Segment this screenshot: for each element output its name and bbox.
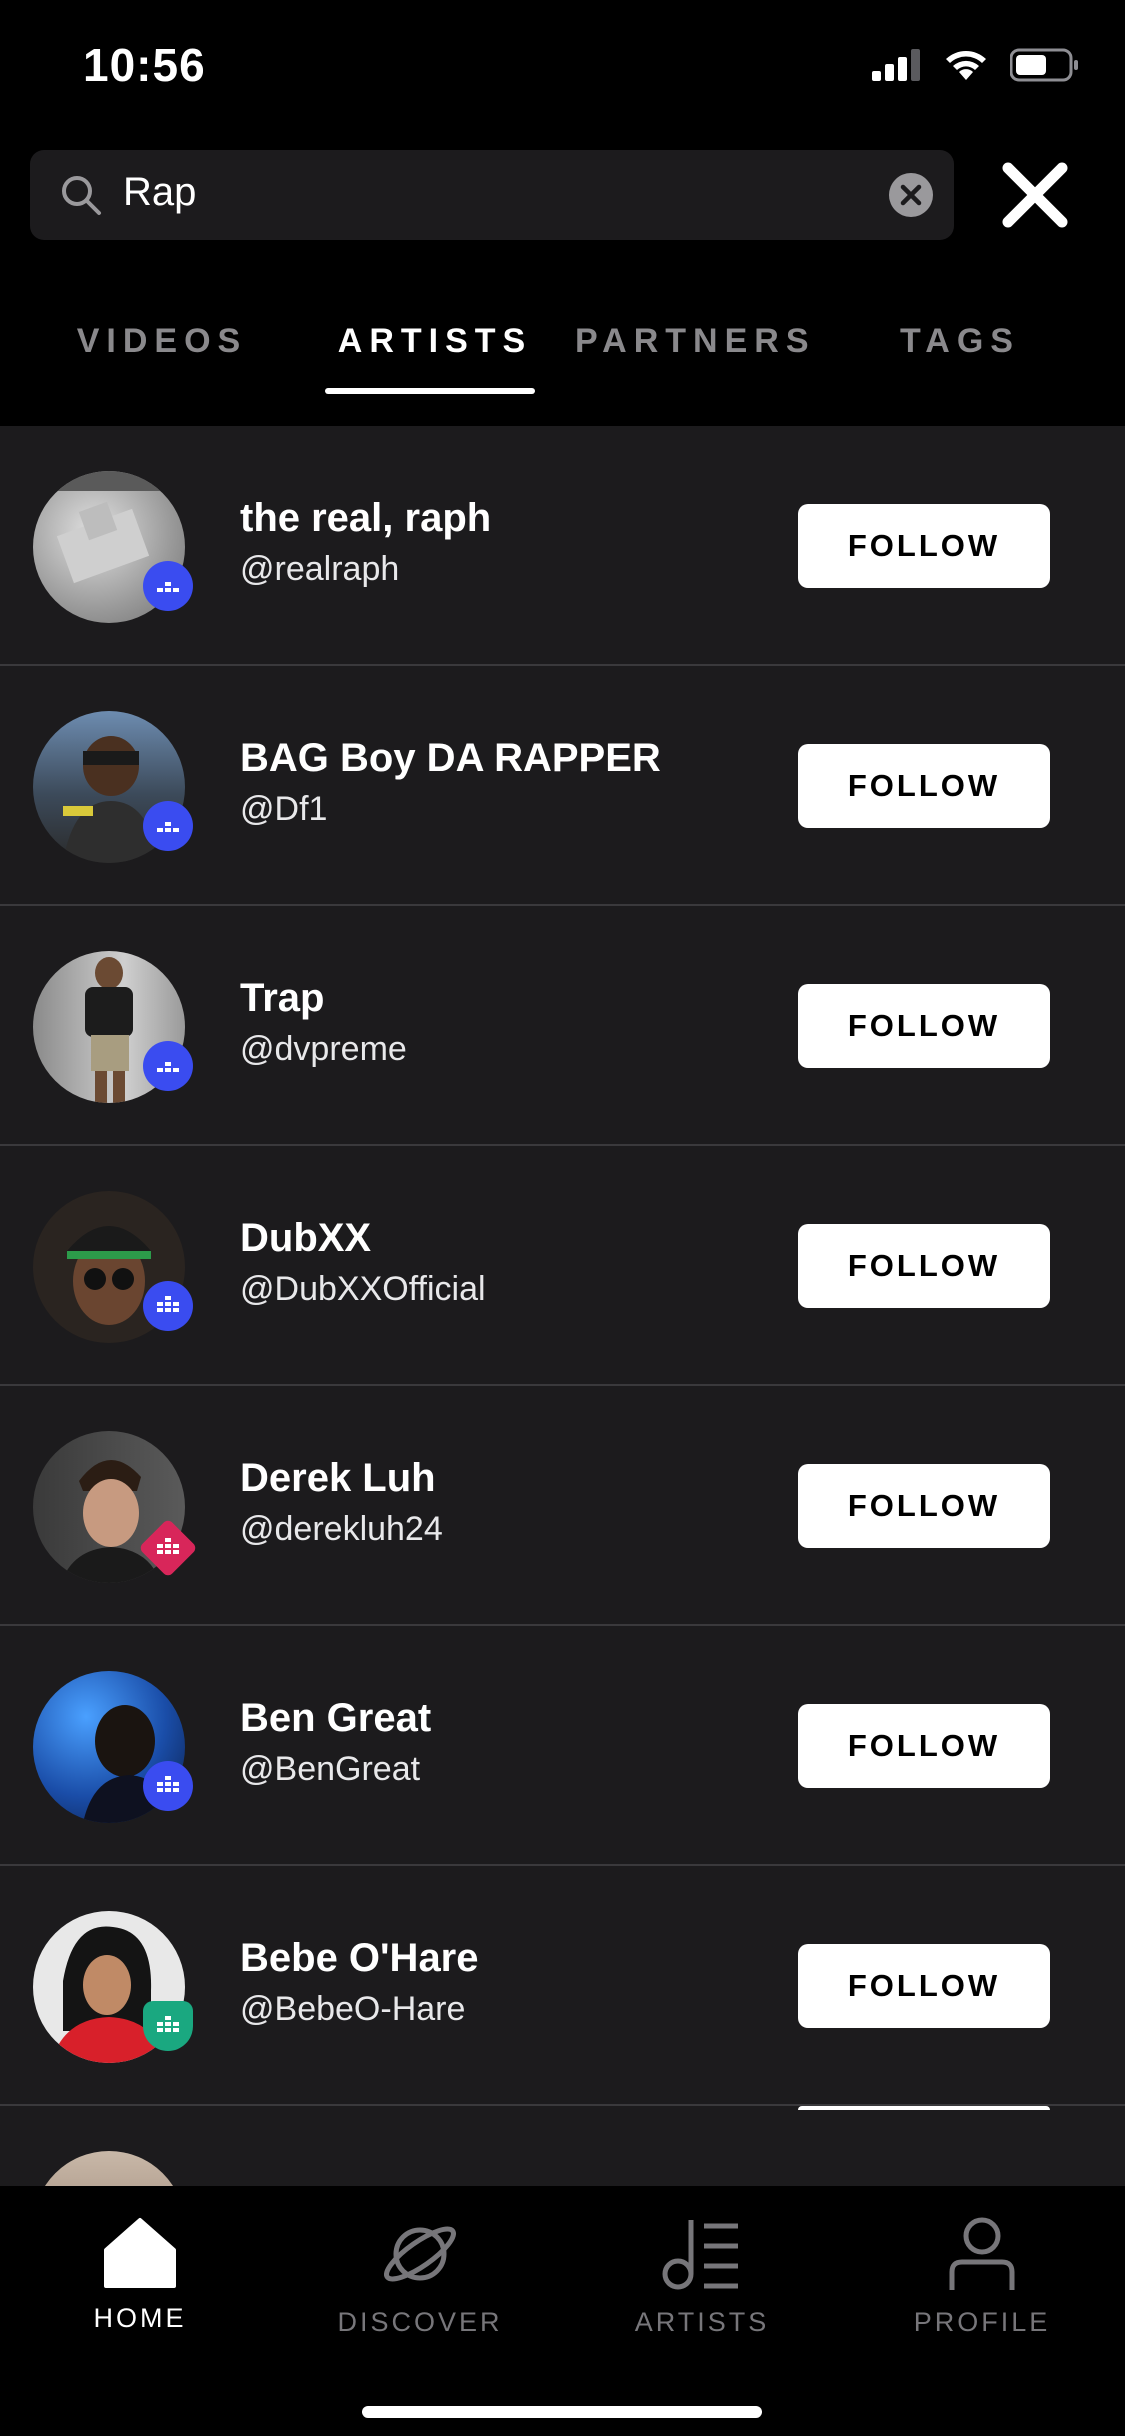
- list-item[interactable]: Bebe O'Hare @BebeO-Hare FOLLOW: [0, 1866, 1125, 2106]
- active-tab-indicator: [325, 388, 535, 394]
- artist-name: the real, raph: [240, 496, 492, 540]
- nav-label: PROFILE: [913, 2307, 1051, 2337]
- nav-discover[interactable]: DISCOVER: [320, 2216, 520, 2338]
- person-icon: [949, 2217, 1015, 2290]
- artist-list[interactable]: the real, raph @realraph FOLLOW BAG Boy …: [0, 426, 1125, 2186]
- artist-handle: @BebeO-Hare: [240, 1990, 466, 2028]
- artist-handle: @realraph: [240, 550, 400, 588]
- search-icon: [62, 176, 101, 215]
- follow-button[interactable]: FOLLOW: [798, 1224, 1050, 1308]
- verified-badge: [143, 2001, 193, 2051]
- nav-artists[interactable]: ARTISTS: [602, 2216, 802, 2338]
- search-tabs: VIDEOS ARTISTS PARTNERS TAGS: [0, 300, 1125, 400]
- verified-badge: [143, 1041, 193, 1091]
- list-item[interactable]: Derek Luh @derekluh24 FOLLOW: [0, 1386, 1125, 1626]
- wifi-icon: [946, 51, 986, 80]
- artist-name: DubXX: [240, 1216, 372, 1260]
- close-icon[interactable]: [1000, 160, 1070, 230]
- clear-search-icon[interactable]: [888, 172, 934, 218]
- artist-handle: @derekluh24: [240, 1510, 443, 1548]
- artist-name: Trap: [240, 976, 325, 1020]
- nav-home[interactable]: HOME: [40, 2216, 240, 2334]
- status-icons: [872, 48, 1080, 82]
- home-indicator: [362, 2406, 762, 2418]
- nav-profile[interactable]: PROFILE: [882, 2216, 1082, 2338]
- search-input[interactable]: Rap: [30, 150, 954, 240]
- artist-name: Bebe O'Hare: [240, 1936, 479, 1980]
- artist-handle: @dvpreme: [240, 1030, 407, 1068]
- nav-label: DISCOVER: [337, 2307, 503, 2337]
- follow-button[interactable]: FOLLOW: [798, 504, 1050, 588]
- list-item[interactable]: Trap @dvpreme FOLLOW: [0, 906, 1125, 1146]
- list-item[interactable]: [0, 2106, 1125, 2186]
- artist-handle: @BenGreat: [240, 1750, 421, 1788]
- verified-badge: [143, 1761, 193, 1811]
- search-query: Rap: [123, 170, 197, 214]
- artist-name: BAG Boy DA RAPPER: [240, 736, 661, 780]
- follow-button[interactable]: FOLLOW: [798, 744, 1050, 828]
- verified-badge: [143, 1281, 193, 1331]
- bottom-nav: HOME DISCOVER ARTISTS PROFILE: [0, 2186, 1125, 2436]
- verified-badge: [143, 801, 193, 851]
- list-item[interactable]: BAG Boy DA RAPPER @Df1 FOLLOW: [0, 666, 1125, 906]
- tab-tags[interactable]: TAGS: [860, 322, 1060, 361]
- verified-badge: [143, 561, 193, 611]
- nav-label: HOME: [93, 2303, 187, 2333]
- planet-icon: [384, 2226, 456, 2282]
- list-item[interactable]: Ben Great @BenGreat FOLLOW: [0, 1626, 1125, 1866]
- cellular-signal-icon: [872, 49, 920, 81]
- tab-videos[interactable]: VIDEOS: [62, 322, 262, 361]
- artist-handle: @Df1: [240, 790, 328, 828]
- artist-name: Derek Luh: [240, 1456, 436, 1500]
- tab-artists[interactable]: ARTISTS: [325, 322, 545, 361]
- follow-button[interactable]: FOLLOW: [798, 1704, 1050, 1788]
- follow-button[interactable]: FOLLOW: [798, 1464, 1050, 1548]
- follow-button[interactable]: FOLLOW: [798, 984, 1050, 1068]
- artist-handle: @DubXXOfficial: [240, 1270, 486, 1308]
- artist-name: Ben Great: [240, 1696, 432, 1740]
- home-icon: [104, 2218, 176, 2288]
- nav-label: ARTISTS: [634, 2307, 770, 2337]
- status-bar: 10:56: [0, 0, 1125, 140]
- status-time: 10:56: [83, 39, 206, 91]
- list-item[interactable]: DubXX @DubXXOfficial FOLLOW: [0, 1146, 1125, 1386]
- music-list-icon: [662, 2220, 738, 2290]
- follow-button[interactable]: [798, 2106, 1050, 2110]
- battery-icon: [1010, 48, 1078, 82]
- follow-button[interactable]: FOLLOW: [798, 1944, 1050, 2028]
- list-item[interactable]: the real, raph @realraph FOLLOW: [0, 426, 1125, 666]
- avatar[interactable]: [33, 2151, 185, 2186]
- tab-partners[interactable]: PARTNERS: [575, 322, 815, 361]
